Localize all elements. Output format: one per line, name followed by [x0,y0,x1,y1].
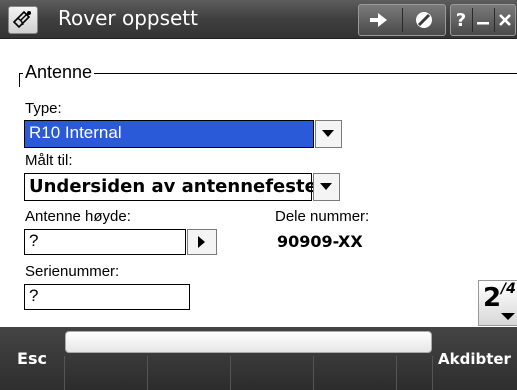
antenna-type-value: R10 Internal [29,123,122,142]
part-number-value: 90909-XX [277,232,363,251]
accept-button[interactable]: Akdibter [432,327,517,390]
antenna-height-value: ? [29,231,39,250]
group-border-left [19,73,20,87]
measured-to-select[interactable]: Undersiden av antennefestet [24,173,325,201]
softkey-2[interactable] [64,356,147,390]
window-title: Rover oppsett [58,6,198,30]
antenna-type-select[interactable]: R10 Internal [24,120,314,148]
minimize-button[interactable] [473,5,493,35]
satellite-dish-icon[interactable] [8,6,38,34]
page-current: 2 [483,283,502,313]
type-label: Type: [25,100,62,117]
antenna-height-input[interactable]: ? [24,229,186,255]
softkey-4[interactable] [230,356,313,390]
antenna-height-label: Antenne høyde: [25,208,131,225]
serial-number-value: ? [29,286,39,305]
serial-number-input[interactable]: ? [24,284,190,310]
status-icons [358,4,446,36]
antenna-height-arrow-icon[interactable] [187,229,217,255]
measured-to-value: Undersiden av antennefestet [29,176,326,197]
no-entry-icon[interactable] [403,5,445,35]
page-indicator[interactable]: 2 /4 [478,280,517,326]
title-bar: Rover oppsett ? [0,0,517,39]
softkey-6[interactable] [396,356,433,390]
serial-number-label: Serienummer: [25,263,120,280]
measured-to-dropdown-icon[interactable] [313,173,340,201]
help-button[interactable]: ? [451,5,471,35]
part-number-label: Dele nummer: [275,208,370,225]
close-button[interactable] [495,5,515,35]
group-title-antenna: Antenne [23,62,95,83]
window-controls: ? [450,4,516,36]
map-arrow-icon[interactable] [359,5,401,35]
softkey-5[interactable] [313,356,396,390]
esc-button[interactable]: Esc [0,327,64,390]
antenna-type-dropdown-icon[interactable] [315,120,342,148]
softkey-3[interactable] [147,356,230,390]
chevron-down-icon [501,313,515,320]
message-bar [65,331,432,353]
page-total: /4 [501,281,516,297]
measured-to-label: Målt til: [25,152,73,169]
